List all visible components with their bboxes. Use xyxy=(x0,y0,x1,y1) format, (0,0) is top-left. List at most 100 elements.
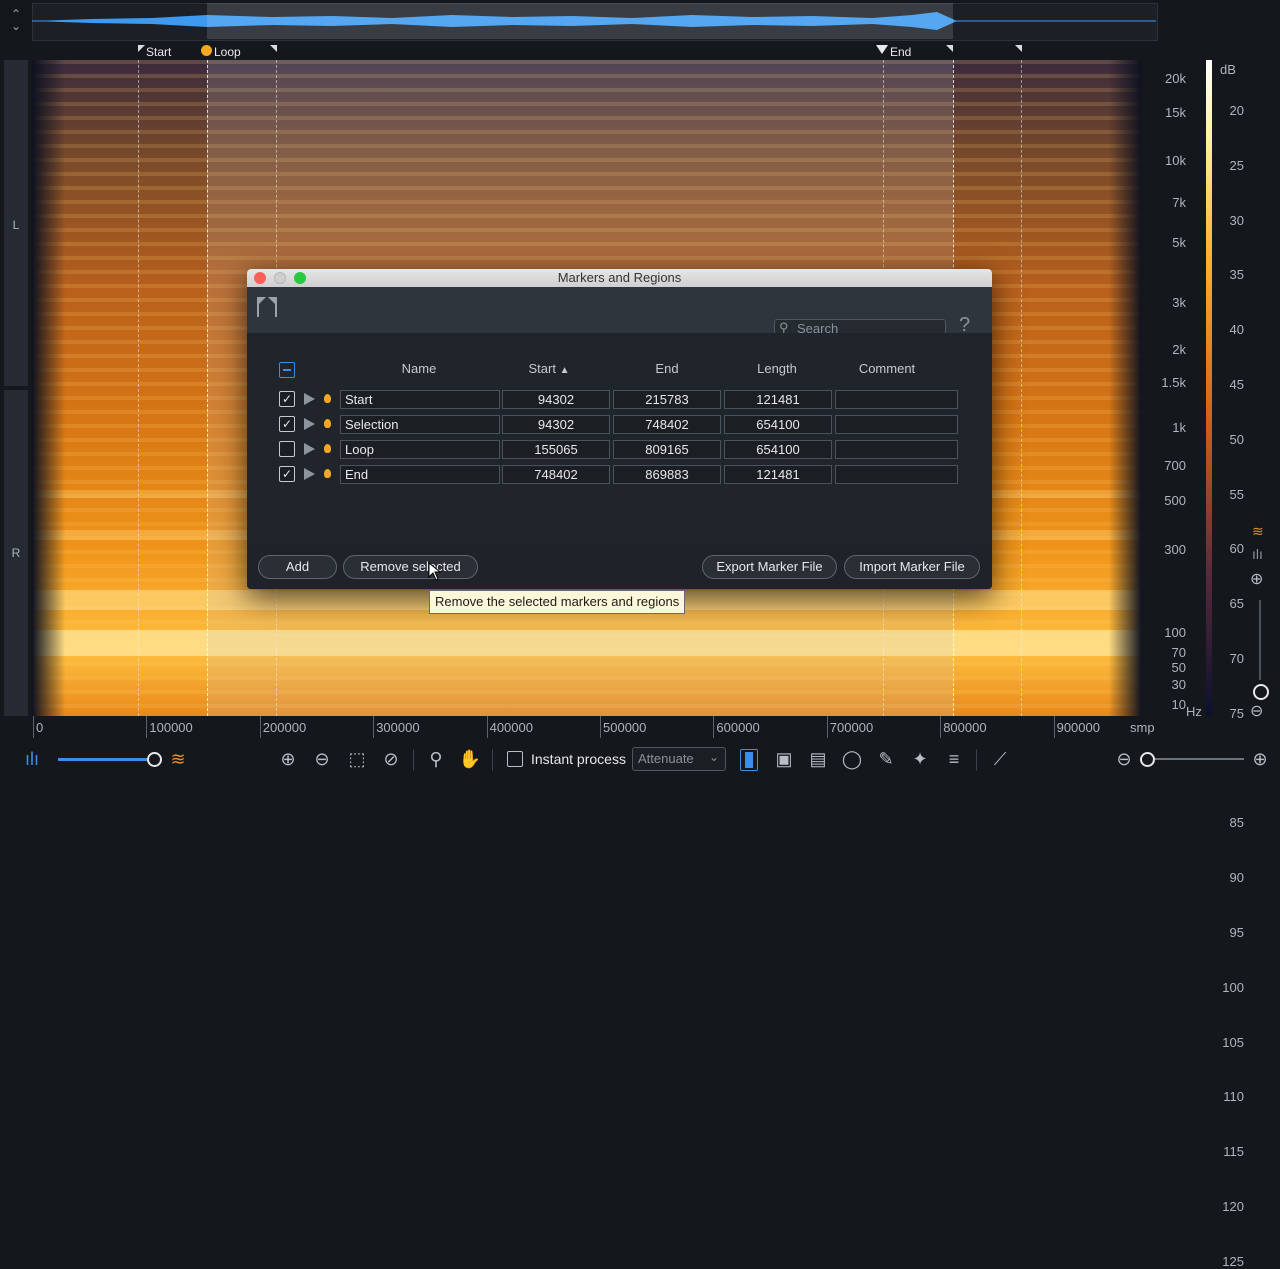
marker-end[interactable]: End xyxy=(876,45,911,59)
row-end-field[interactable]: 869883 xyxy=(613,465,721,484)
magnify-icon[interactable]: ⚲ xyxy=(424,747,448,771)
opacity-slider-fill[interactable] xyxy=(58,758,153,761)
play-marker-icon[interactable] xyxy=(304,418,315,430)
freq-tick-label: 15k xyxy=(1165,105,1186,120)
row-name-field[interactable]: Selection xyxy=(340,415,500,434)
add-button[interactable]: Add xyxy=(258,555,337,579)
db-unit-label: dB xyxy=(1220,62,1236,77)
marker-end-label: End xyxy=(890,45,912,59)
row-end-field[interactable]: 215783 xyxy=(613,390,721,409)
add-marker-flag-icon[interactable] xyxy=(257,297,277,317)
row-checkbox[interactable]: ✓ xyxy=(279,466,295,482)
play-marker-icon[interactable] xyxy=(304,393,315,405)
marker-selection-end[interactable] xyxy=(946,45,953,59)
waveform-opacity-icon[interactable]: ılı xyxy=(20,747,44,771)
row-length-field[interactable]: 654100 xyxy=(724,440,832,459)
select-all-checkbox[interactable] xyxy=(279,362,295,378)
close-window-button[interactable] xyxy=(254,272,266,284)
row-length-field[interactable]: 654100 xyxy=(724,415,832,434)
zoom-out-icon[interactable]: ⊖ xyxy=(310,747,334,771)
marker-loop[interactable]: Loop xyxy=(201,45,241,59)
gain-envelope-icon[interactable]: ⟋ xyxy=(988,747,1012,771)
time-tick-mark xyxy=(713,716,715,738)
time-tick-mark xyxy=(33,716,34,738)
harmonic-selection-icon[interactable]: ≡ xyxy=(942,747,966,771)
time-frequency-selection-icon[interactable]: ▣ xyxy=(772,747,796,771)
waveform-view-icon[interactable]: ılı xyxy=(1252,546,1263,562)
db-tick-label: 110 xyxy=(1223,1089,1244,1105)
opacity-slider-thumb[interactable] xyxy=(147,752,162,767)
dialog-titlebar[interactable]: Markers and Regions xyxy=(247,269,992,287)
minimize-window-button[interactable] xyxy=(274,272,286,284)
zoom-out-time-icon[interactable]: ⊖ xyxy=(1112,747,1136,771)
frequency-selection-icon[interactable]: ▤ xyxy=(806,747,830,771)
zoom-out-freq-icon[interactable]: ⊖ xyxy=(1250,701,1263,721)
lightbulb-icon[interactable] xyxy=(324,444,331,453)
hand-icon[interactable]: ✋ xyxy=(458,747,482,771)
column-header-comment[interactable]: Comment xyxy=(847,361,927,376)
export-marker-file-button[interactable]: Export Marker File xyxy=(702,555,837,579)
row-name-field[interactable]: Start xyxy=(340,390,500,409)
column-header-length[interactable]: Length xyxy=(737,361,817,376)
marker-end-region-end[interactable] xyxy=(1015,45,1022,59)
zoom-all-icon[interactable]: ⊘ xyxy=(379,747,403,771)
freq-zoom-slider-track[interactable] xyxy=(1259,600,1261,680)
row-checkbox[interactable]: ✓ xyxy=(279,391,295,407)
channel-right[interactable]: R xyxy=(4,390,28,716)
channel-left[interactable]: L xyxy=(4,60,28,386)
db-tick-label: 65 xyxy=(1229,596,1244,612)
zoom-in-time-icon[interactable]: ⊕ xyxy=(1248,747,1272,771)
row-start-field[interactable]: 94302 xyxy=(502,415,610,434)
play-marker-icon[interactable] xyxy=(304,443,315,455)
time-tick-label: 900000 xyxy=(1056,720,1100,735)
play-marker-icon[interactable] xyxy=(304,468,315,480)
column-header-start[interactable]: Start ▲ xyxy=(509,361,589,376)
row-checkbox[interactable] xyxy=(279,441,295,457)
instant-process-label: Instant process xyxy=(531,751,626,767)
time-zoom-slider-thumb[interactable] xyxy=(1140,752,1155,767)
db-tick-label: 60 xyxy=(1229,541,1244,557)
overview-scroll-arrows[interactable]: ⌃ ⌄ xyxy=(6,8,26,36)
import-marker-file-button[interactable]: Import Marker File xyxy=(844,555,980,579)
row-comment-field[interactable] xyxy=(835,415,958,434)
freq-tick-label: 500 xyxy=(1164,493,1186,508)
time-selection-tool[interactable] xyxy=(740,749,758,771)
row-name-field[interactable]: Loop xyxy=(340,440,500,459)
spectrogram-opacity-icon[interactable]: ≋ xyxy=(166,747,190,771)
remove-selected-button[interactable]: Remove selected xyxy=(343,555,478,579)
lightbulb-icon[interactable] xyxy=(324,419,331,428)
zoom-window-button[interactable] xyxy=(294,272,306,284)
row-comment-field[interactable] xyxy=(835,440,958,459)
zoom-in-icon[interactable]: ⊕ xyxy=(276,747,300,771)
row-comment-field[interactable] xyxy=(835,390,958,409)
row-start-field[interactable]: 94302 xyxy=(502,390,610,409)
row-length-field[interactable]: 121481 xyxy=(724,390,832,409)
lightbulb-icon[interactable] xyxy=(324,469,331,478)
time-zoom-slider-track[interactable] xyxy=(1140,758,1244,760)
freq-tick-label: 2k xyxy=(1172,342,1186,357)
row-length-field[interactable]: 121481 xyxy=(724,465,832,484)
time-tick-mark xyxy=(486,716,488,738)
row-name-field[interactable]: End xyxy=(340,465,500,484)
brush-icon[interactable]: ✎ xyxy=(874,747,898,771)
freq-zoom-slider-thumb[interactable] xyxy=(1253,684,1269,700)
row-comment-field[interactable] xyxy=(835,465,958,484)
magic-wand-icon[interactable]: ✦ xyxy=(908,747,932,771)
lightbulb-icon[interactable] xyxy=(324,394,331,403)
row-checkbox[interactable]: ✓ xyxy=(279,416,295,432)
zoom-selection-icon[interactable]: ⬚ xyxy=(345,747,369,771)
instant-process-mode-select[interactable]: Attenuate ⌄ xyxy=(632,747,726,771)
row-start-field[interactable]: 748402 xyxy=(502,465,610,484)
zoom-in-freq-icon[interactable]: ⊕ xyxy=(1250,569,1263,589)
row-start-field[interactable]: 155065 xyxy=(502,440,610,459)
row-end-field[interactable]: 809165 xyxy=(613,440,721,459)
column-header-end[interactable]: End xyxy=(627,361,707,376)
lasso-icon[interactable]: ◯ xyxy=(840,747,864,771)
instant-process-checkbox[interactable] xyxy=(507,751,523,767)
remove-selected-tooltip: Remove the selected markers and regions xyxy=(429,590,686,614)
marker-start[interactable]: Start xyxy=(138,45,171,59)
row-end-field[interactable]: 748402 xyxy=(613,415,721,434)
column-header-name[interactable]: Name xyxy=(369,361,469,376)
marker-loop-end[interactable] xyxy=(270,45,277,59)
spectrogram-view-icon[interactable]: ≋ xyxy=(1252,523,1264,540)
